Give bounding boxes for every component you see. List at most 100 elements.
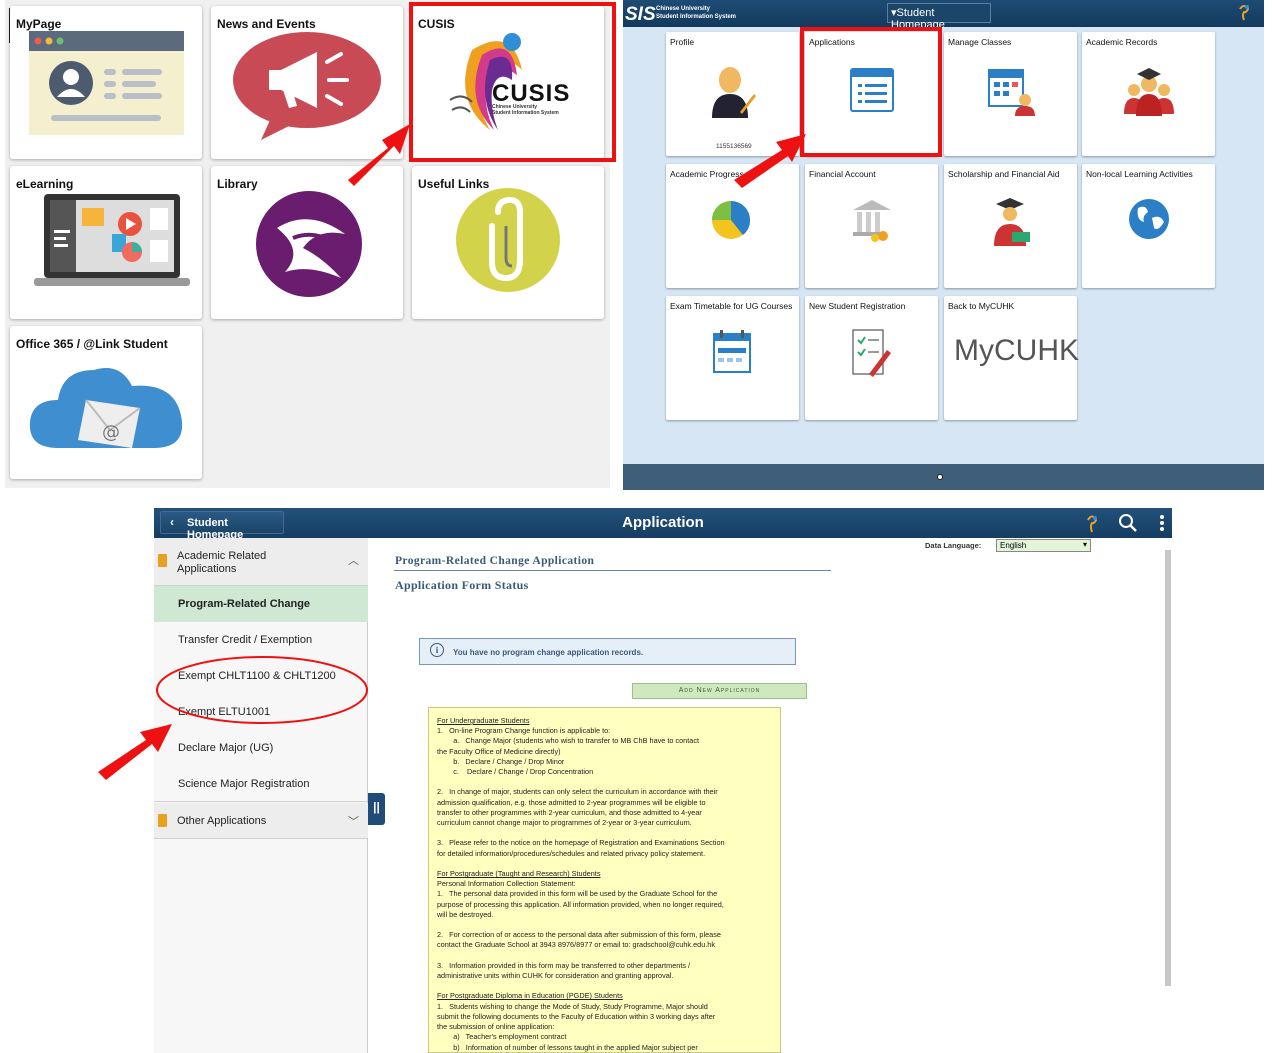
tile-useful-links[interactable]: Useful Links	[412, 166, 604, 319]
navbar-icon[interactable]	[1237, 3, 1251, 21]
calendar-student-icon	[988, 69, 1035, 116]
notes-line	[437, 951, 780, 961]
sis-logo-sub1: Chinese University	[656, 6, 711, 12]
tile-label: Financial Account	[809, 169, 876, 179]
tile-label: Office 365 / @Link Student	[16, 337, 168, 351]
sis-homepage-panel: SIS Chinese University Student Informati…	[623, 0, 1264, 490]
sis-header-bar: SIS Chinese University Student Informati…	[623, 0, 1264, 31]
arrow-icon	[98, 724, 172, 780]
info-message-text: You have no program change application r…	[453, 648, 644, 657]
tile-label: Non-local Learning Activities	[1086, 169, 1193, 179]
sidebar-item-label: Program-Related Change	[178, 598, 311, 610]
tile-label: Academic Records	[1086, 37, 1158, 47]
add-new-application-button[interactable]: Add New Application	[632, 683, 807, 699]
notes-line: a) Teacher's employment contract	[437, 1032, 567, 1042]
sis-logo: SIS	[625, 4, 656, 25]
tile-label: Library	[217, 177, 258, 191]
tile-label: Back to MyCUHK	[948, 301, 1015, 311]
tile-exam-timetable[interactable]: Exam Timetable for UG Courses	[666, 296, 799, 420]
mycuhk-portal-panel: MyPage News and Events CUSIS CUSIS Chine…	[5, 0, 616, 488]
notes-line	[437, 828, 780, 838]
sidebar-group-other[interactable]: Other Applications ﹀	[154, 803, 368, 839]
tile-back-to-mycuhk[interactable]: Back to MyCUHK MyCUHK	[944, 296, 1079, 420]
sidebar-item-program-related-change[interactable]: Program-Related Change	[154, 586, 368, 622]
notes-line: a. Change Major (students who wish to tr…	[437, 736, 700, 746]
notes-line: For Postgraduate (Taught and Research) S…	[437, 869, 601, 879]
tile-financial-account[interactable]: Financial Account	[805, 164, 938, 288]
notes-line	[437, 920, 780, 930]
paperclip-icon	[456, 188, 560, 292]
chevron-down-icon: ﹀	[348, 816, 359, 828]
notes-line: 1. Students wishing to change the Mode o…	[437, 1001, 708, 1011]
tile-new-student-registration[interactable]: New Student Registration	[805, 296, 938, 420]
notes-line: 1. The personal data provided in this fo…	[437, 889, 718, 899]
sidebar: Academic Related Applications ︿ Program-…	[154, 538, 385, 1053]
notes-line: Personal Information Collection Statemen…	[437, 879, 576, 889]
notes-line: for detailed information/procedures/sche…	[437, 848, 706, 858]
notes-line: the Faculty Office of Medicine directly)	[437, 746, 561, 756]
mypage-icon	[29, 31, 184, 135]
notes-line: curriculum cannot change major to progra…	[437, 818, 692, 828]
notes-line: For Undergraduate Students	[437, 716, 530, 725]
page-title: Application	[622, 514, 704, 531]
arrow-icon	[734, 134, 806, 188]
notes-line: submit the following documents to the Fa…	[437, 1011, 716, 1021]
notes-line	[437, 859, 780, 869]
notes-line: 2. For correction of or access to the pe…	[437, 930, 721, 940]
sidebar-group-label: Other Applications	[177, 815, 267, 827]
tile-label: Profile	[670, 37, 695, 47]
tile-scholarship[interactable]: Scholarship and Financial Aid	[944, 164, 1077, 288]
tile-academic-records[interactable]: Academic Records	[1082, 32, 1215, 156]
calendar-icon	[713, 330, 751, 373]
tile-office-365[interactable]: Office 365 / @Link Student @	[10, 326, 202, 479]
mycuhk-logo: MyCUHK	[954, 334, 1079, 367]
chevron-up-icon: ︿	[348, 555, 359, 567]
notes-line: purpose of processing this application. …	[437, 899, 724, 909]
tile-label: Manage Classes	[948, 37, 1012, 47]
chevron-down-icon: ▾	[1082, 540, 1087, 549]
data-language-select[interactable]: English ▾	[996, 539, 1091, 552]
tile-manage-classes[interactable]: Manage Classes	[944, 32, 1077, 156]
more-options-icon[interactable]	[1158, 513, 1166, 533]
cloud-mail-icon: @	[29, 368, 183, 448]
notes-line: 2. In change of major, students can only…	[437, 787, 718, 797]
sidebar-item-science-major[interactable]: Science Major Registration	[154, 766, 368, 802]
tile-mypage[interactable]: MyPage	[10, 6, 202, 159]
scholar-icon	[994, 198, 1030, 246]
laptop-icon	[34, 194, 190, 286]
tile-elearning[interactable]: eLearning	[10, 166, 202, 319]
tile-label: New Student Registration	[809, 301, 906, 311]
sidebar-item-label: Science Major Registration	[178, 778, 310, 790]
collapse-sidebar-icon[interactable]: ||	[368, 793, 385, 825]
notes-panel: For Undergraduate Students 1. On-line Pro…	[428, 707, 781, 1053]
application-header-bar: ‹ Student Homepage Application	[154, 508, 1172, 541]
tile-label: MyPage	[16, 17, 62, 31]
sidebar-item-transfer-credit[interactable]: Transfer Credit / Exemption	[154, 622, 368, 658]
sidebar-item-declare-major[interactable]: Declare Major (UG)	[154, 730, 368, 766]
notes-line: administrative units within CUHK for con…	[437, 971, 674, 981]
notes-line: 1. On-line Program Change function is ap…	[437, 726, 611, 736]
notes-line: will be destroyed.	[437, 909, 494, 919]
notes-line: contact the Graduate School at 3943 8976…	[437, 940, 715, 950]
arrow-icon	[348, 124, 410, 186]
info-message-box: i You have no program change application…	[419, 638, 796, 665]
notes-line: 3. Information provided in this form may…	[437, 960, 691, 970]
notes-line: the submission of online application:	[437, 1022, 555, 1032]
tile-label: Exam Timetable for UG Courses	[670, 301, 793, 311]
homepage-selector[interactable]: ▾Student Homepage	[887, 3, 991, 31]
highlight-exempt-ellipse	[156, 656, 368, 724]
navbar-icon[interactable]	[1084, 513, 1100, 533]
tile-label: Scholarship and Financial Aid	[948, 169, 1060, 179]
tile-library[interactable]: Library	[211, 166, 403, 319]
sidebar-group-academic[interactable]: Academic Related Applications ︿	[154, 538, 368, 586]
section-heading: Application Form Status	[395, 578, 529, 592]
info-icon: i	[430, 643, 444, 657]
page-indicator[interactable]	[937, 474, 943, 480]
graduates-icon	[1124, 68, 1174, 116]
search-icon[interactable]	[1118, 513, 1138, 533]
page-heading: Program-Related Change Application	[395, 555, 595, 567]
folder-icon	[158, 554, 167, 567]
tile-non-local-learning[interactable]: Non-local Learning Activities	[1082, 164, 1215, 288]
heading-divider	[394, 570, 831, 571]
scrollbar[interactable]	[1165, 550, 1171, 986]
